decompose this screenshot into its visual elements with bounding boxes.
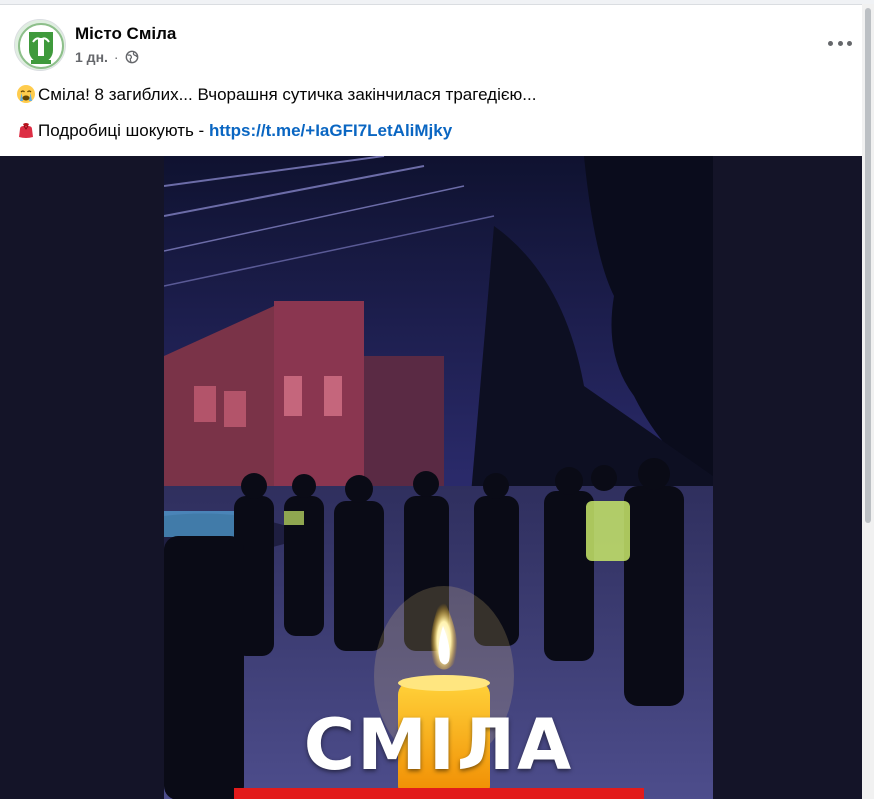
more-dot <box>828 40 833 46</box>
overlay-title: СМІЛА <box>303 704 574 786</box>
crying-face-emoji <box>17 85 35 103</box>
more-dot <box>837 40 843 46</box>
scrollbar-thumb[interactable] <box>865 8 871 523</box>
separator-dot: · <box>113 49 119 65</box>
post-media[interactable]: СМІЛА <box>0 156 862 799</box>
post-text-line-1: Сміла! 8 загиблих... Вчорашня сутичка за… <box>16 84 536 106</box>
post-card: Місто Сміла 1 дн. · Сміла! 8 загиблих...… <box>0 4 874 799</box>
post-text-1: Сміла! 8 загиблих... Вчорашня сутичка за… <box>38 85 537 104</box>
scrollbar[interactable] <box>862 4 874 799</box>
post-text-2: Подробиці шокують - <box>38 121 209 140</box>
post-photo[interactable]: СМІЛА <box>164 156 713 799</box>
city-coat-of-arms-icon <box>15 20 65 70</box>
more-options-icon[interactable] <box>828 33 852 53</box>
night-street-police-candle-photo <box>164 156 713 799</box>
page-name-link[interactable]: Місто Сміла <box>75 24 176 44</box>
telegram-link[interactable]: https://t.me/+IaGFI7LetAliMjky <box>209 121 452 140</box>
post-text-line-2: Подробиці шокують - https://t.me/+IaGFI7… <box>16 120 452 142</box>
post-meta: Місто Сміла 1 дн. · <box>75 24 176 65</box>
page-avatar[interactable] <box>14 19 66 71</box>
more-dot <box>847 40 852 46</box>
post-timestamp[interactable]: 1 дн. <box>75 49 108 65</box>
post-header: Місто Сміла 1 дн. · <box>14 19 176 71</box>
post-subline: 1 дн. · <box>75 49 176 65</box>
red-bag-emoji <box>19 123 33 138</box>
globe-icon <box>125 50 138 64</box>
